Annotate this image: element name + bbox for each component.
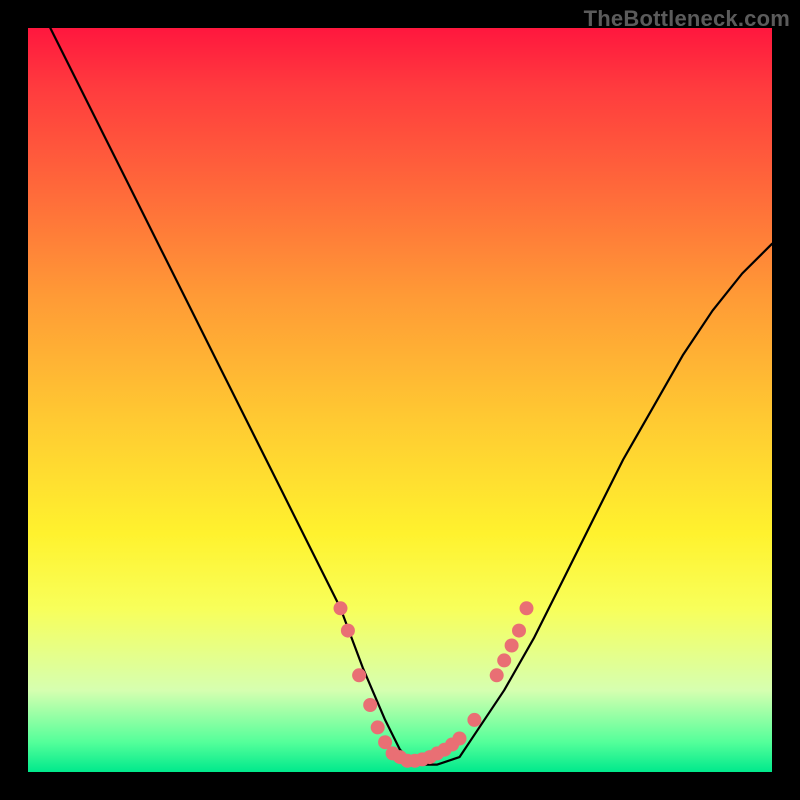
curve-marker: [352, 668, 366, 682]
curve-marker: [341, 624, 355, 638]
curve-marker: [512, 624, 526, 638]
chart-svg: [28, 28, 772, 772]
curve-marker: [363, 698, 377, 712]
curve-marker: [520, 601, 534, 615]
curve-marker: [490, 668, 504, 682]
watermark-text: TheBottleneck.com: [584, 6, 790, 32]
curve-marker: [467, 713, 481, 727]
chart-plot-area: [28, 28, 772, 772]
curve-markers: [334, 601, 534, 768]
curve-marker: [505, 639, 519, 653]
curve-marker: [453, 732, 467, 746]
curve-marker: [371, 720, 385, 734]
curve-marker: [334, 601, 348, 615]
bottleneck-curve: [50, 28, 772, 765]
curve-marker: [497, 653, 511, 667]
